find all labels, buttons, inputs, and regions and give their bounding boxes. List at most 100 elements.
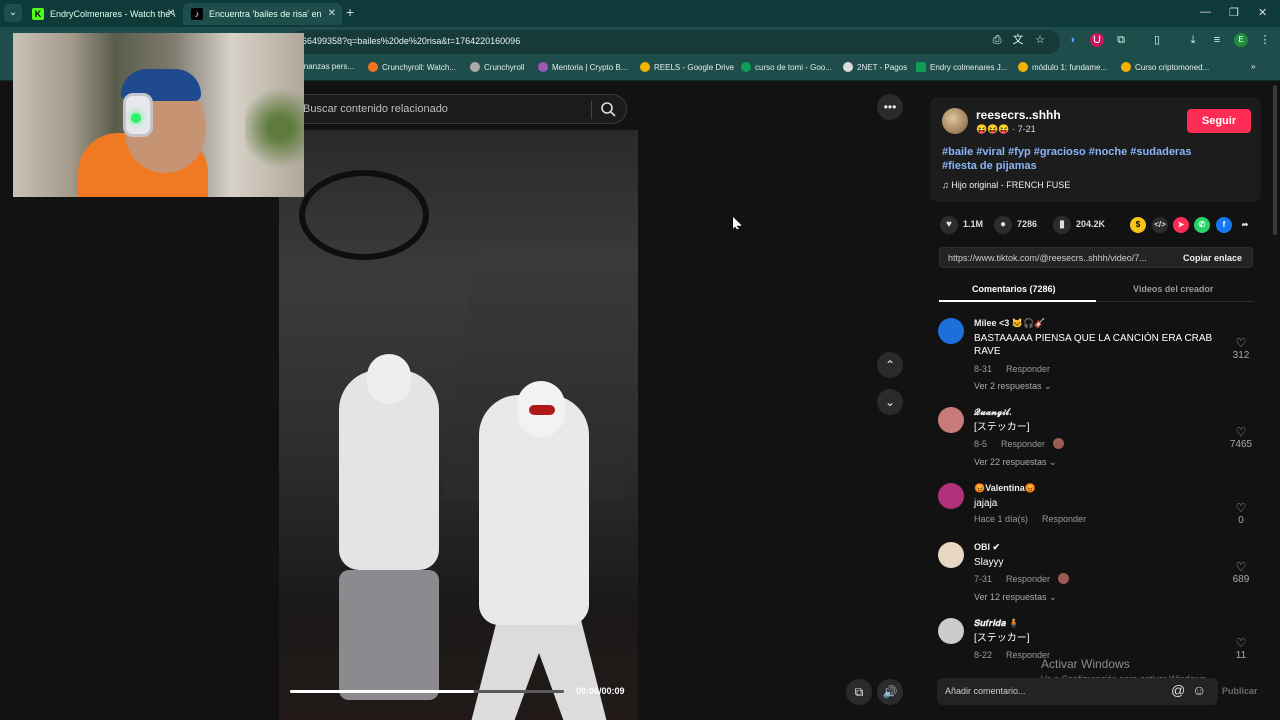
commenter-avatar[interactable]: [938, 618, 964, 644]
bookmark-item[interactable]: Mentoria | Crypto B...: [538, 62, 627, 72]
reply-button[interactable]: Responder: [1001, 439, 1045, 449]
profile-avatar[interactable]: E: [1234, 33, 1248, 47]
divider: [591, 101, 592, 119]
music-title: Hijo original - FRENCH FUSE: [951, 180, 1071, 190]
bookmark-star-icon[interactable]: ☆: [1033, 33, 1047, 47]
reply-button[interactable]: Responder: [1006, 364, 1050, 374]
coin-icon[interactable]: $: [1130, 217, 1146, 233]
search-bar[interactable]: Buscar contenido relacionado: [290, 94, 627, 124]
facebook-icon[interactable]: f: [1216, 217, 1232, 233]
comment-item: Milee <3 🐱🎧🎸 BASTAAAAA PIENSA QUE LA CAN…: [938, 318, 1256, 398]
bookmark-item[interactable]: 2NET - Pagos: [843, 62, 907, 72]
webcam-overlay: [13, 33, 304, 197]
comment-like[interactable]: ♡ 689: [1226, 560, 1256, 585]
browser-tab-strip: ⌄ K EndryColmenares - Watch the \ ✕ ♪ En…: [0, 0, 1280, 27]
search-icon[interactable]: [600, 101, 616, 117]
author-username[interactable]: reesecrs..shhh: [976, 108, 1061, 122]
search-input[interactable]: Buscar contenido relacionado: [303, 103, 448, 115]
new-tab-icon[interactable]: +: [346, 4, 354, 20]
sheets-icon: [916, 62, 926, 72]
comment-like[interactable]: ♡ 312: [1226, 336, 1256, 361]
install-app-icon[interactable]: ⎙: [990, 33, 1004, 47]
reply-button[interactable]: Responder: [1006, 574, 1050, 584]
next-video-button[interactable]: ⌄: [877, 389, 903, 415]
save-stat[interactable]: ▮ 204.2K: [1053, 216, 1105, 234]
creator-reaction-icon: [1053, 438, 1065, 449]
follow-button[interactable]: Seguir: [1187, 109, 1251, 133]
comment-like[interactable]: ♡ 7465: [1226, 425, 1256, 450]
floating-player-icon[interactable]: ⧉: [846, 679, 872, 705]
media-control-icon[interactable]: ≡: [1210, 33, 1224, 47]
commenter-name[interactable]: 😡Valentina😡: [974, 483, 1036, 494]
tab-search-icon[interactable]: ⌄: [4, 4, 22, 22]
close-tab-icon[interactable]: ✕: [328, 3, 336, 25]
tab-creator-videos[interactable]: Videos del creador: [1133, 284, 1213, 294]
previous-video-button[interactable]: ⌃: [877, 352, 903, 378]
bookmark-item[interactable]: Crunchyroll: [470, 62, 524, 72]
comment-like[interactable]: ♡ 11: [1226, 636, 1256, 661]
heart-outline-icon: ♡: [1235, 336, 1247, 350]
copy-link-button[interactable]: Copiar enlace: [1183, 253, 1242, 263]
commenter-name[interactable]: OBI ✔: [974, 542, 1000, 553]
close-tab-icon[interactable]: ✕: [167, 3, 175, 25]
commenter-avatar[interactable]: [938, 483, 964, 509]
commenter-avatar[interactable]: [938, 407, 964, 433]
embed-icon[interactable]: </>: [1152, 217, 1168, 233]
browser-tab-kick[interactable]: K EndryColmenares - Watch the \ ✕: [24, 3, 181, 25]
emoji-icon[interactable]: ☺: [1192, 682, 1206, 698]
restore-icon[interactable]: ❐: [1229, 6, 1239, 19]
comment-input[interactable]: Añadir comentario... @ ☺: [937, 678, 1218, 705]
bookmark-item[interactable]: Curso criptomoned...: [1121, 62, 1209, 72]
publish-button[interactable]: Publicar: [1222, 686, 1258, 696]
heart-outline-icon: ♡: [1235, 560, 1247, 574]
view-replies-button[interactable]: Ver 22 respuestas ⌄: [974, 457, 1057, 468]
menu-dots-icon[interactable]: ⋮: [1258, 33, 1272, 47]
bookmark-item[interactable]: curso de tomi - Goo...: [741, 62, 832, 72]
comment-text: [ステッカー]: [974, 633, 1030, 644]
mention-icon[interactable]: @: [1171, 682, 1185, 698]
tab-comments[interactable]: Comentarios (7286): [972, 284, 1056, 294]
browser-tab-tiktok[interactable]: ♪ Encuentra 'bailes de risa' en ✕: [183, 3, 342, 25]
comment-like[interactable]: ♡ 0: [1226, 501, 1256, 526]
author-avatar[interactable]: [942, 108, 968, 134]
bookmark-item[interactable]: inanzas pers...: [302, 62, 354, 71]
video-player[interactable]: [279, 130, 638, 720]
extension-icon[interactable]: ◗: [1066, 33, 1080, 47]
video-progress-bar[interactable]: [290, 690, 564, 693]
commenter-avatar[interactable]: [938, 318, 964, 344]
music-link[interactable]: ♫ Hijo original - FRENCH FUSE: [942, 180, 1070, 190]
comment-text: jajaja: [974, 498, 998, 509]
video-link[interactable]: https://www.tiktok.com/@reesecrs..shhh/v…: [948, 253, 1147, 263]
send-icon[interactable]: ➤: [1173, 217, 1189, 233]
view-replies-button[interactable]: Ver 12 respuestas ⌄: [974, 592, 1057, 603]
video-hashtags[interactable]: #baile #viral #fyp #gracioso #noche #sud…: [942, 145, 1212, 173]
comment-stat[interactable]: ● 7286: [994, 216, 1037, 234]
reply-button[interactable]: Responder: [1042, 514, 1086, 524]
whatsapp-icon[interactable]: ✆: [1194, 217, 1210, 233]
more-options-icon[interactable]: •••: [877, 94, 903, 120]
extension-u-icon[interactable]: U: [1090, 33, 1104, 47]
commenter-name[interactable]: 𝑺𝒖𝒇𝒓𝒊𝒅𝒂 🧍: [974, 618, 1020, 629]
view-replies-button[interactable]: Ver 2 respuestas ⌄: [974, 381, 1052, 392]
like-stat[interactable]: ♥ 1.1M: [940, 216, 983, 234]
bookmark-item[interactable]: módulo 1: fundame...: [1018, 62, 1107, 72]
commenter-avatar[interactable]: [938, 542, 964, 568]
address-bar[interactable]: 66499358?q=bailes%20de%20risa&t=17642201…: [290, 30, 1060, 54]
share-arrow-icon[interactable]: ➦: [1237, 217, 1253, 233]
close-window-icon[interactable]: ✕: [1258, 6, 1267, 19]
volume-icon[interactable]: 🔊: [877, 679, 903, 705]
panel-scrollbar[interactable]: [1273, 85, 1277, 235]
bookmark-item[interactable]: REELS - Google Drive: [640, 62, 734, 72]
more-bookmarks-icon[interactable]: »: [1251, 62, 1255, 71]
translate-icon[interactable]: 文: [1011, 33, 1025, 47]
video-frame-dancer-legs: [469, 620, 609, 720]
download-icon[interactable]: ⤓: [1186, 33, 1200, 47]
bookmark-item[interactable]: Crunchyroll: Watch...: [368, 62, 456, 72]
minimize-icon[interactable]: —: [1200, 6, 1211, 18]
panel-tabs: Comentarios (7286) Videos del creador: [939, 278, 1254, 302]
commenter-name[interactable]: Milee <3 🐱🎧🎸: [974, 318, 1045, 329]
commenter-name[interactable]: 𝓠𝓾𝓪𝓷𝓰𝓲𝓵.: [974, 407, 1012, 418]
sidebar-icon[interactable]: ▯: [1150, 33, 1164, 47]
bookmark-item[interactable]: Endry colmenares J...: [916, 62, 1007, 72]
extensions-puzzle-icon[interactable]: ⧉: [1114, 33, 1128, 47]
